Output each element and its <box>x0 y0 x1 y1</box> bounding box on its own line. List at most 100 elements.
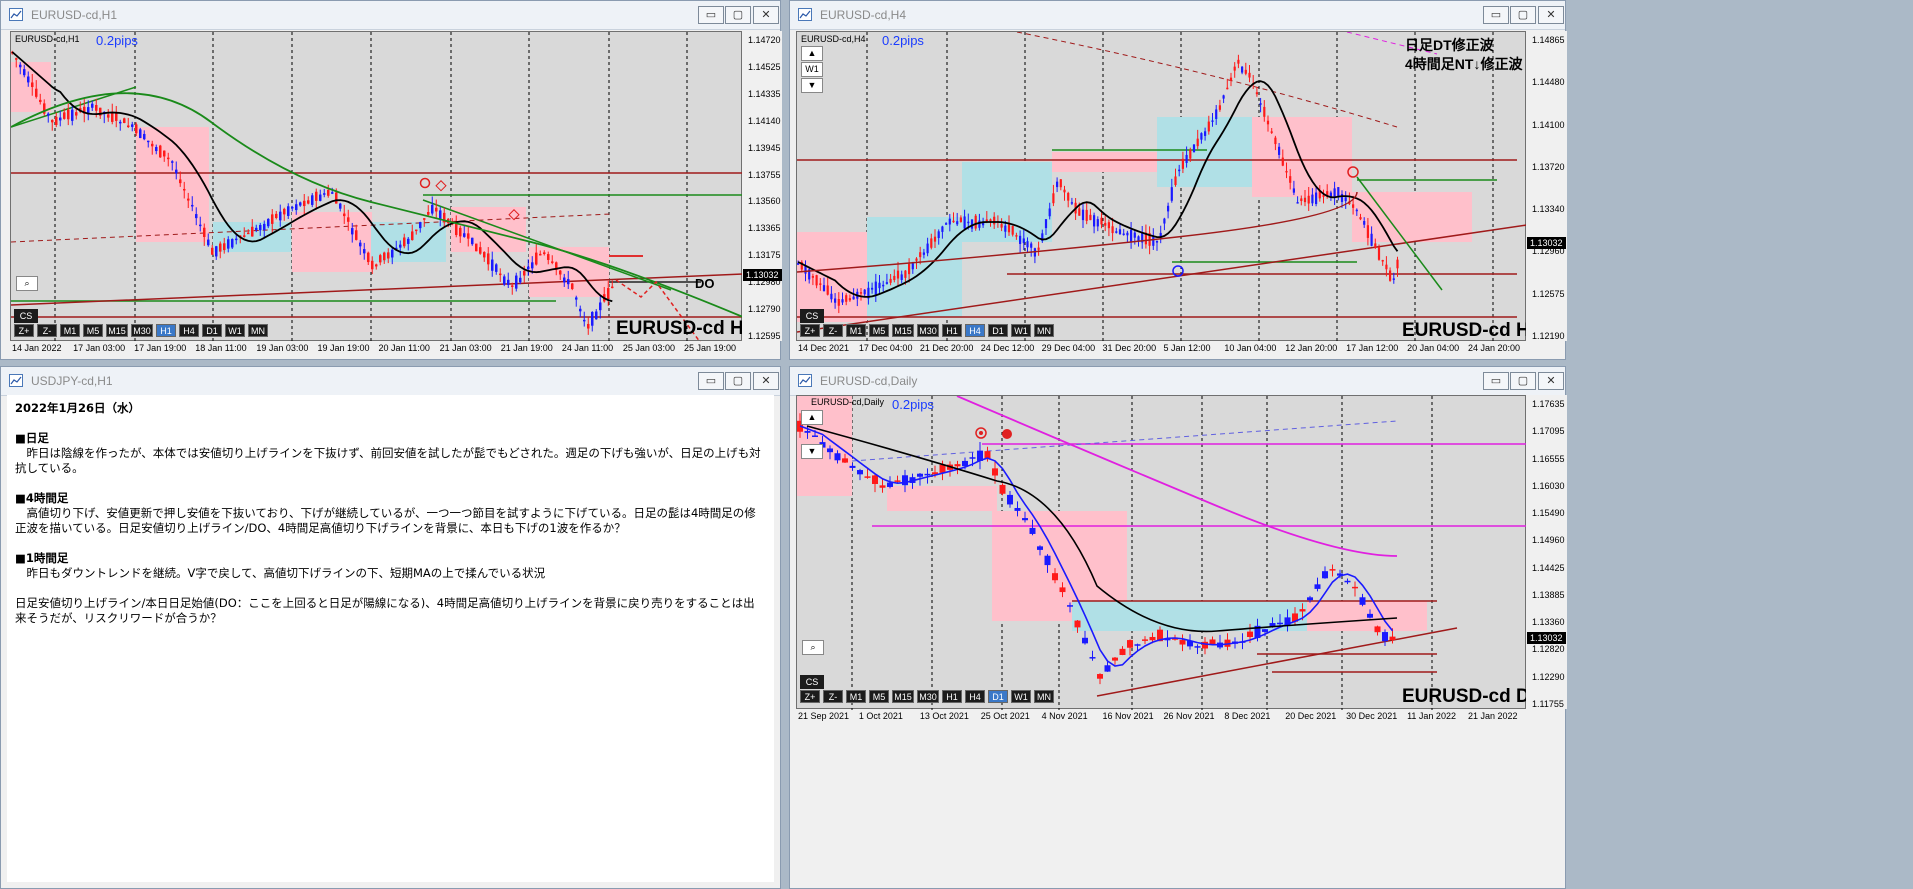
timeframe-button-w1[interactable]: W1 <box>1011 324 1031 337</box>
timeframe-button-mn[interactable]: MN <box>1034 324 1054 337</box>
candle-body <box>375 264 378 267</box>
candle-body <box>1315 192 1318 205</box>
timeframe-button-z-out[interactable]: Z- <box>37 324 57 337</box>
chart-plot-daily[interactable]: EURUSD-cd,Daily 0.2pips ▲ ▼ ⌕ EURUSD-cd … <box>796 395 1540 710</box>
chart-plot-h1[interactable]: EURUSD-cd,H1 0.2pips EURUSD-cd H1 DO ⌕ C… <box>10 31 754 342</box>
candle-body <box>908 263 911 275</box>
timeframe-button-h1[interactable]: H1 <box>942 324 962 337</box>
close-button[interactable]: ✕ <box>1538 372 1564 390</box>
scroll-up-button[interactable]: ▲ <box>801 46 823 61</box>
price-tick-label: 1.12820 <box>1532 644 1565 655</box>
maximize-button[interactable]: ▢ <box>1510 6 1536 24</box>
timeframe-button-m5[interactable]: M5 <box>83 324 103 337</box>
timeframe-button-m5[interactable]: M5 <box>869 690 889 703</box>
timeframe-button-h4[interactable]: H4 <box>965 324 985 337</box>
price-tick-label: 1.14525 <box>748 61 781 72</box>
timeframe-button-z-outin[interactable]: Z+ <box>800 324 820 337</box>
timeframe-button-m15[interactable]: M15 <box>892 690 914 703</box>
price-tick-label: 1.14425 <box>1532 562 1565 573</box>
timeframe-button-m30[interactable]: M30 <box>917 324 939 337</box>
chart-window-icon <box>9 8 23 21</box>
maximize-button[interactable]: ▢ <box>725 372 751 390</box>
timeframe-button-z-outin[interactable]: Z+ <box>800 690 820 703</box>
h1-chart-canvas <box>11 32 743 342</box>
timeframe-button-d1[interactable]: D1 <box>202 324 222 337</box>
cs-button[interactable]: CS <box>800 675 824 689</box>
candle-body <box>1063 189 1066 193</box>
candle-body <box>415 229 418 232</box>
close-button[interactable]: ✕ <box>1538 6 1564 24</box>
price-tick-label: 1.14720 <box>748 35 781 45</box>
candle-body <box>1022 238 1025 244</box>
candle-body <box>941 226 944 232</box>
maximize-button[interactable]: ▢ <box>1510 372 1536 390</box>
timeframe-button-z-out[interactable]: Z- <box>823 690 843 703</box>
timeframe-button-z-out[interactable]: Z- <box>823 324 843 337</box>
scroll-down-button[interactable]: ▼ <box>801 444 823 459</box>
period-w1-button[interactable]: W1 <box>801 62 823 77</box>
titlebar[interactable]: EURUSD-cd,H1 ▭ ▢ ✕ <box>1 1 780 30</box>
maximize-button[interactable]: ▢ <box>725 6 751 24</box>
candle-body <box>1322 571 1328 579</box>
timeframe-button-m15[interactable]: M15 <box>892 324 914 337</box>
timeframe-button-w1[interactable]: W1 <box>1011 690 1031 703</box>
timeframe-button-h4[interactable]: H4 <box>965 690 985 703</box>
candle-body <box>969 457 976 459</box>
candle-body <box>837 299 840 306</box>
candle-body <box>1048 208 1051 217</box>
timeframe-button-m1[interactable]: M1 <box>60 324 80 337</box>
candle-body <box>1052 193 1055 204</box>
timeframe-button-mn[interactable]: MN <box>248 324 268 337</box>
close-button[interactable]: ✕ <box>753 372 779 390</box>
candle-body <box>1389 636 1396 641</box>
timeframe-button-m15[interactable]: M15 <box>106 324 128 337</box>
candle-body <box>319 194 322 201</box>
candle-body <box>1029 527 1036 534</box>
titlebar[interactable]: USDJPY-cd,H1 ▭ ▢ ✕ <box>1 367 780 396</box>
window-title: EURUSD-cd,Daily <box>820 374 918 388</box>
timeframe-button-m1[interactable]: M1 <box>846 324 866 337</box>
timeframe-button-w1[interactable]: W1 <box>225 324 245 337</box>
titlebar[interactable]: EURUSD-cd,H4 ▭ ▢ ✕ <box>790 1 1565 30</box>
price-tick-label: 1.11755 <box>1532 699 1564 709</box>
window-title: USDJPY-cd,H1 <box>31 374 113 388</box>
candle-body <box>963 216 966 229</box>
timeframe-button-z-outin[interactable]: Z+ <box>14 324 34 337</box>
candle-body <box>1278 146 1281 155</box>
candle-body <box>926 243 929 254</box>
close-button[interactable]: ✕ <box>753 6 779 24</box>
minimize-button[interactable]: ▭ <box>698 6 724 24</box>
scroll-up-button[interactable]: ▲ <box>801 410 823 425</box>
timeframe-button-m5[interactable]: M5 <box>869 324 889 337</box>
chart-shift-icon[interactable]: ⌕ <box>16 276 38 291</box>
timeframe-button-h4[interactable]: H4 <box>179 324 199 337</box>
candle-body <box>463 233 466 237</box>
minimize-button[interactable]: ▭ <box>1483 6 1509 24</box>
timeframe-button-d1[interactable]: D1 <box>988 324 1008 337</box>
candle-body <box>1044 555 1051 566</box>
cs-button[interactable]: CS <box>14 309 38 323</box>
candle-body <box>475 243 478 252</box>
candle-body <box>978 220 981 228</box>
daily-chart-canvas <box>797 396 1527 710</box>
candle-body <box>893 275 896 281</box>
minimize-button[interactable]: ▭ <box>1483 372 1509 390</box>
candle-body <box>915 258 918 261</box>
timeframe-button-m30[interactable]: M30 <box>131 324 153 337</box>
cs-button[interactable]: CS <box>800 309 824 323</box>
candle-body <box>889 278 892 283</box>
timeframe-button-mn[interactable]: MN <box>1034 690 1054 703</box>
scroll-down-button[interactable]: ▼ <box>801 78 823 93</box>
timeframe-button-m1[interactable]: M1 <box>846 690 866 703</box>
price-tick-label: 1.16030 <box>1532 480 1565 491</box>
timeframe-button-m30[interactable]: M30 <box>917 690 939 703</box>
timeframe-button-d1[interactable]: D1 <box>988 690 1008 703</box>
minimize-button[interactable]: ▭ <box>698 372 724 390</box>
chart-plot-h4[interactable]: EURUSD-cd,H4 0.2pips 日足DT修正波 4時間足NT↓修正波 … <box>796 31 1540 342</box>
titlebar[interactable]: EURUSD-cd,Daily ▭ ▢ ✕ <box>790 367 1565 396</box>
timeframe-button-h1[interactable]: H1 <box>942 690 962 703</box>
timeframe-button-h1[interactable]: H1 <box>156 324 176 337</box>
candle-body <box>1052 573 1058 581</box>
chart-shift-icon[interactable]: ⌕ <box>802 640 824 655</box>
candle-body <box>63 112 66 119</box>
